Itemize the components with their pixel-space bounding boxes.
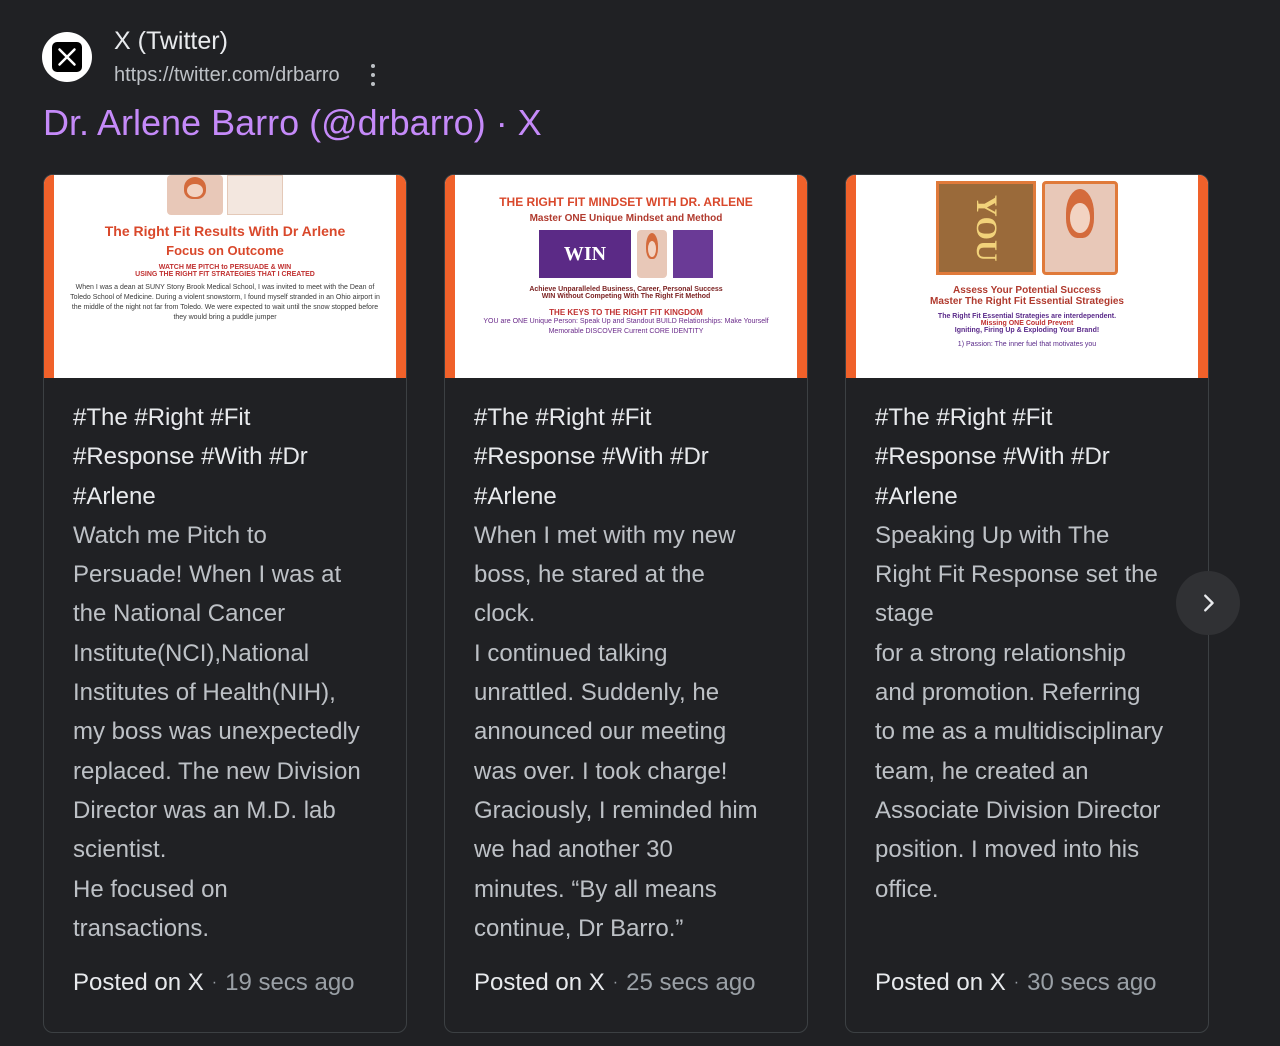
thumb-body: When I was a dean at SUNY Stony Brook Me…	[70, 284, 380, 321]
more-options-icon[interactable]	[366, 62, 380, 88]
source-url: https://twitter.com/drbarro	[114, 64, 340, 86]
posted-time: 25 secs ago	[626, 969, 756, 996]
win-book-cover: WIN	[539, 230, 631, 278]
post-text: When I met with my new boss, he stared a…	[474, 521, 758, 942]
thumb-heading: Assess Your Potential Success	[952, 285, 1102, 296]
thumb-subheading: Master The Right Fit Essential Strategie…	[930, 296, 1124, 307]
carousel-next-button[interactable]	[1176, 571, 1240, 635]
thumb-body: YOU are ONE Unique Person: Speak Up and …	[483, 318, 769, 335]
post-card[interactable]: The Right Fit Results With Dr Arlene Foc…	[43, 174, 407, 1033]
thumb-line: USING THE RIGHT FIT STRATEGIES THAT I CR…	[135, 271, 315, 278]
post-hashtags: #The #Right #Fit #Response #With #Dr #Ar…	[73, 404, 308, 510]
separator-dot: ·	[1013, 974, 1020, 991]
search-result: X (Twitter) https://twitter.com/drbarro …	[0, 0, 1280, 1046]
thumb-line: The Right Fit Essential Strategies are i…	[937, 313, 1117, 320]
post-hashtags: #The #Right #Fit #Response #With #Dr #Ar…	[474, 404, 709, 510]
thumb-line: Igniting, Firing Up & Exploding Your Bra…	[954, 327, 1100, 334]
thumb-subheading: Master ONE Unique Mindset and Method	[529, 213, 723, 224]
thumb-line: Missing ONE Could Prevent	[980, 320, 1074, 327]
thumb-heading: THE RIGHT FIT MINDSET WITH DR. ARLENE	[499, 195, 753, 209]
result-title-link[interactable]: Dr. Arlene Barro (@drbarro) · X	[43, 100, 542, 146]
post-card[interactable]: YOU Assess Your Potential Success Master…	[845, 174, 1209, 1033]
post-text: Watch me Pitch to Persuade! When I was a…	[73, 521, 361, 942]
thumb-line: WATCH ME PITCH to PERSUADE & WIN	[158, 264, 292, 271]
post-text: Speaking Up with The Right Fit Response …	[875, 521, 1164, 903]
source-row[interactable]: X (Twitter) https://twitter.com/drbarro	[42, 26, 380, 88]
posted-on-label: Posted on X	[875, 969, 1006, 996]
posted-on-label: Posted on X	[73, 969, 204, 996]
separator-dot: ·	[612, 974, 619, 991]
thumb-line: THE KEYS TO THE RIGHT FIT KINGDOM	[549, 308, 703, 317]
chevron-right-icon	[1204, 594, 1214, 612]
post-thumbnail: THE RIGHT FIT MINDSET WITH DR. ARLENE Ma…	[445, 175, 807, 378]
thumb-line: Achieve Unparalleled Business, Career, P…	[529, 286, 723, 293]
posted-time: 19 secs ago	[225, 969, 355, 996]
separator-dot: ·	[211, 974, 218, 991]
source-name: X (Twitter)	[114, 27, 228, 55]
thumb-body: 1) Passion: The inner fuel that motivate…	[957, 341, 1097, 348]
thumb-subheading: Focus on Outcome	[166, 243, 284, 258]
posted-on-label: Posted on X	[474, 969, 605, 996]
post-hashtags: #The #Right #Fit #Response #With #Dr #Ar…	[875, 404, 1110, 510]
post-thumbnail: The Right Fit Results With Dr Arlene Foc…	[44, 175, 406, 378]
posted-time: 30 secs ago	[1027, 969, 1157, 996]
you-graphic: YOU	[936, 181, 1036, 275]
thumb-line: WIN Without Competing With The Right Fit…	[541, 293, 711, 300]
post-thumbnail: YOU Assess Your Potential Success Master…	[846, 175, 1208, 378]
post-card[interactable]: THE RIGHT FIT MINDSET WITH DR. ARLENE Ma…	[444, 174, 808, 1033]
post-carousel: The Right Fit Results With Dr Arlene Foc…	[43, 174, 1246, 1033]
x-logo-icon	[42, 32, 92, 82]
thumb-heading: The Right Fit Results With Dr Arlene	[104, 223, 346, 239]
